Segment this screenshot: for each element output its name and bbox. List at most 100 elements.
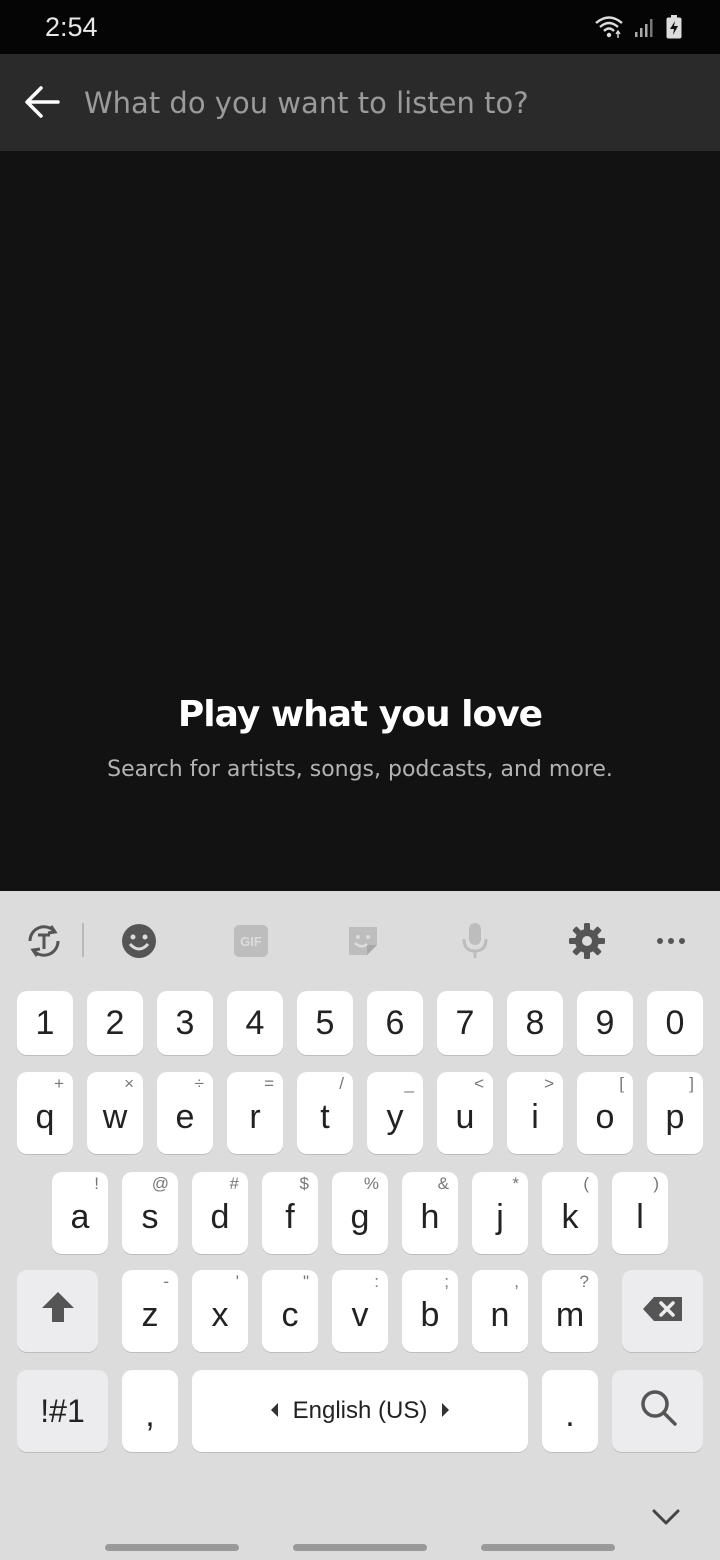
more-icon[interactable]	[651, 921, 691, 961]
key-v[interactable]: :v	[332, 1270, 388, 1352]
sticker-icon[interactable]	[343, 921, 383, 961]
key-label: k	[561, 1197, 579, 1236]
caret-right-icon	[441, 1397, 451, 1425]
key-k[interactable]: (k	[542, 1172, 598, 1254]
settings-icon[interactable]	[567, 921, 607, 961]
key-y[interactable]: _ y	[367, 1072, 423, 1154]
key-label: n	[490, 1295, 510, 1334]
shift-key[interactable]	[17, 1270, 98, 1352]
key-alt: ]	[689, 1074, 694, 1093]
shift-icon	[41, 1290, 75, 1333]
key-alt: (	[583, 1174, 589, 1193]
key-label: m	[555, 1295, 585, 1334]
key-label: 8	[525, 1003, 545, 1042]
backspace-key[interactable]	[622, 1270, 703, 1352]
key-o[interactable]: [o	[577, 1072, 633, 1154]
key-label: 6	[385, 1003, 405, 1042]
key-alt: +	[54, 1074, 64, 1093]
gif-icon[interactable]: GIF	[231, 921, 271, 961]
status-bar: 2:54	[0, 0, 720, 54]
key-5[interactable]: 5	[297, 991, 353, 1055]
key-r[interactable]: = r	[227, 1072, 283, 1154]
key-alt: %	[363, 1174, 379, 1193]
key-d[interactable]: # d	[192, 1172, 248, 1254]
key-label: b	[420, 1295, 440, 1334]
key-alt: [	[619, 1074, 624, 1093]
key-alt: ÷	[194, 1074, 204, 1093]
key-w[interactable]: × w	[87, 1072, 143, 1154]
key-alt: &	[437, 1174, 449, 1193]
key-b[interactable]: ; b	[402, 1270, 458, 1352]
key-label: i	[531, 1097, 539, 1136]
key-s[interactable]: @ s	[122, 1172, 178, 1254]
key-label: r	[249, 1097, 261, 1136]
key-4[interactable]: 4	[227, 991, 283, 1055]
search-key[interactable]	[612, 1370, 703, 1452]
key-label: 0	[665, 1003, 685, 1042]
key-1[interactable]: 1	[17, 991, 73, 1055]
key-label: 9	[595, 1003, 615, 1042]
key-alt: $	[299, 1174, 309, 1193]
toolbar-divider	[82, 923, 84, 957]
key-label: s	[141, 1197, 159, 1236]
mic-icon[interactable]	[455, 921, 495, 961]
key-i[interactable]: > i	[507, 1072, 563, 1154]
emoji-icon[interactable]	[119, 921, 159, 961]
nav-home-pill[interactable]	[293, 1544, 427, 1551]
key-c[interactable]: " c	[262, 1270, 318, 1352]
translate-icon[interactable]	[24, 921, 64, 961]
nav-back-pill[interactable]	[481, 1544, 615, 1551]
back-arrow-icon[interactable]	[22, 82, 62, 122]
key-q[interactable]: + q	[17, 1072, 73, 1154]
key-l[interactable]: ) l	[612, 1172, 668, 1254]
key-u[interactable]: < u	[437, 1072, 493, 1154]
key-label: e	[175, 1097, 195, 1136]
key-label: v	[351, 1295, 369, 1334]
key-t[interactable]: / t	[297, 1072, 353, 1154]
key-8[interactable]: 8	[507, 991, 563, 1055]
key-n[interactable]: ,n	[472, 1270, 528, 1352]
hide-keyboard-chevron-icon[interactable]	[648, 1505, 688, 1529]
key-alt: @	[151, 1174, 169, 1193]
key-label: t	[320, 1097, 330, 1136]
key-alt: >	[544, 1074, 554, 1093]
space-bar[interactable]: English (US)	[192, 1370, 528, 1452]
key-a[interactable]: ! a	[52, 1172, 108, 1254]
key-3[interactable]: 3	[157, 991, 213, 1055]
keyboard-toolbar: GIF	[0, 891, 720, 989]
key-6[interactable]: 6	[367, 991, 423, 1055]
key-2[interactable]: 2	[87, 991, 143, 1055]
key-label: q	[35, 1097, 55, 1136]
key-label: d	[210, 1197, 230, 1236]
nav-recents-pill[interactable]	[105, 1544, 239, 1551]
period-key[interactable]: .	[542, 1370, 598, 1452]
search-header	[0, 54, 720, 151]
battery-icon	[666, 15, 682, 44]
key-alt: "	[302, 1272, 309, 1291]
key-alt: -	[163, 1272, 169, 1291]
symbols-key[interactable]: !#1	[17, 1370, 108, 1452]
key-label: h	[420, 1197, 440, 1236]
key-label: g	[350, 1197, 370, 1236]
key-0[interactable]: 0	[647, 991, 703, 1055]
key-9[interactable]: 9	[577, 991, 633, 1055]
key-h[interactable]: & h	[402, 1172, 458, 1254]
key-j[interactable]: * j	[472, 1172, 528, 1254]
key-e[interactable]: ÷ e	[157, 1072, 213, 1154]
key-x[interactable]: ' x	[192, 1270, 248, 1352]
key-alt: ×	[124, 1074, 134, 1093]
space-language-label: English (US)	[292, 1397, 428, 1424]
status-time: 2:54	[45, 12, 98, 42]
key-m[interactable]: ? m	[542, 1270, 598, 1352]
key-label: z	[141, 1295, 159, 1334]
comma-key[interactable]: ,	[122, 1370, 178, 1452]
signal-icon	[634, 16, 656, 43]
key-7[interactable]: 7	[437, 991, 493, 1055]
key-f[interactable]: $ f	[262, 1172, 318, 1254]
key-alt: ,	[514, 1272, 519, 1291]
key-alt: <	[474, 1074, 484, 1093]
search-input[interactable]	[84, 78, 684, 128]
key-z[interactable]: -z	[122, 1270, 178, 1352]
key-p[interactable]: ] p	[647, 1072, 703, 1154]
key-g[interactable]: % g	[332, 1172, 388, 1254]
